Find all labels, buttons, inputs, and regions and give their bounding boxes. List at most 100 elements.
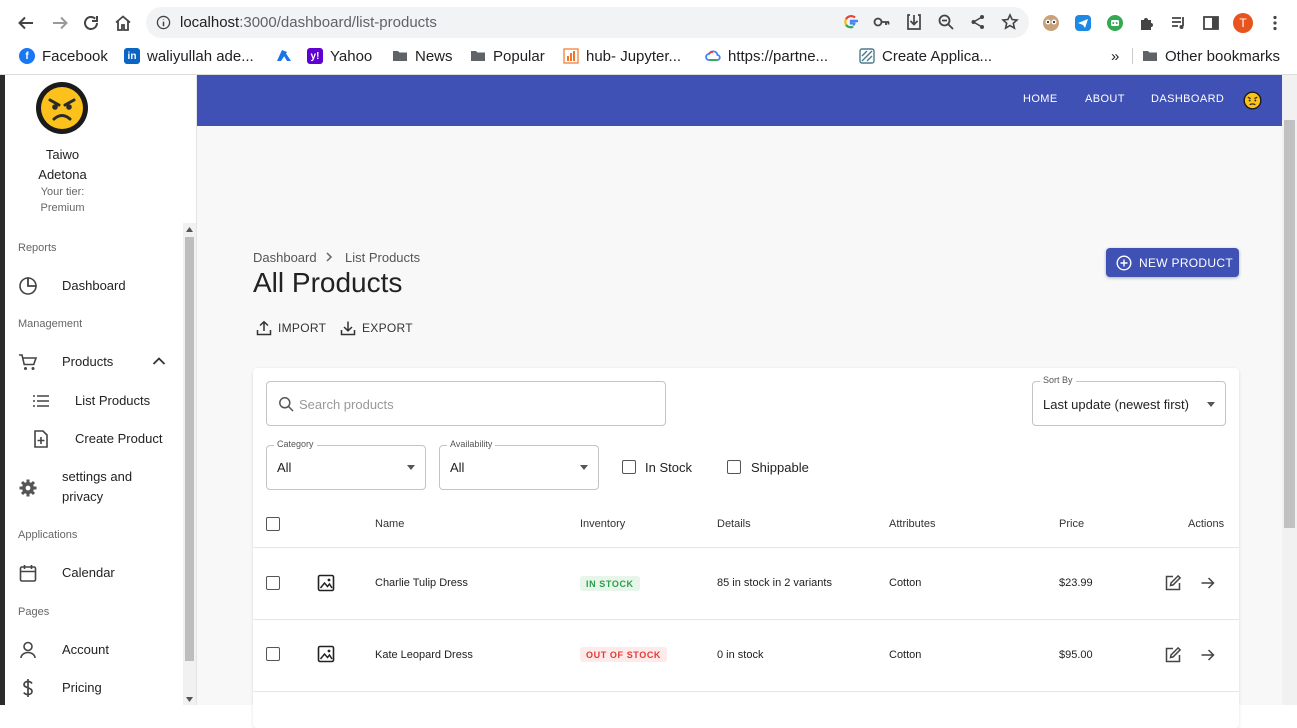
availability-select[interactable]: Availability All <box>439 439 599 490</box>
search-field[interactable] <box>266 381 666 426</box>
bookmark-jupyter[interactable]: hub- Jupyter... <box>563 45 681 67</box>
sidebar-item-dashboard[interactable]: Dashboard <box>5 268 183 304</box>
reload-button[interactable] <box>79 11 103 35</box>
sort-select[interactable]: Sort By Last update (newest first) <box>1032 375 1226 426</box>
bookmark-yahoo[interactable]: y! Yahoo <box>307 45 372 67</box>
scroll-up-arrow-icon[interactable] <box>186 227 193 232</box>
google-icon[interactable] <box>840 11 862 33</box>
yahoo-icon: y! <box>307 48 323 64</box>
nav-about[interactable]: ABOUT <box>1085 93 1125 105</box>
col-header-name[interactable]: Name <box>375 518 404 530</box>
nav-dashboard[interactable]: DASHBOARD <box>1151 93 1224 105</box>
caret-down-icon <box>580 465 588 470</box>
install-icon[interactable] <box>903 11 925 33</box>
search-input[interactable] <box>299 394 649 414</box>
breadcrumb-current: List Products <box>345 250 421 265</box>
back-button[interactable] <box>14 11 38 35</box>
arrow-right-icon[interactable] <box>1200 647 1216 663</box>
url-text[interactable]: localhost:3000/dashboard/list-products <box>180 14 437 31</box>
forward-button[interactable] <box>48 11 72 35</box>
profile-avatar[interactable]: T <box>1232 12 1254 34</box>
extension-robot-icon[interactable] <box>1104 12 1126 34</box>
sidebar-scroll-thumb[interactable] <box>185 237 194 661</box>
category-select[interactable]: Category All <box>266 439 426 490</box>
user-avatar[interactable] <box>36 82 88 134</box>
sidebar-item-account[interactable]: Account <box>5 632 183 668</box>
bookmarks-overflow[interactable]: » <box>1111 45 1119 67</box>
bookmark-create-application[interactable]: Create Applica... <box>859 45 992 67</box>
sidebar-item-list-products[interactable]: List Products <box>5 383 183 419</box>
sidebar-item-products[interactable]: Products <box>5 344 183 380</box>
bookmark-partner[interactable]: https://partne... <box>705 45 828 67</box>
sidebar-scrollbar[interactable] <box>183 223 196 705</box>
bookmark-facebook[interactable]: f Facebook <box>19 45 108 67</box>
star-icon[interactable] <box>999 11 1021 33</box>
sidebar-item-create-product[interactable]: Create Product <box>5 421 183 457</box>
chevron-up-icon[interactable] <box>152 356 166 366</box>
side-panel-icon[interactable] <box>1200 12 1222 34</box>
share-icon[interactable] <box>967 11 989 33</box>
arrow-right-icon[interactable] <box>1200 575 1216 591</box>
user-first-name: Taiwo <box>45 147 80 162</box>
address-bar[interactable]: localhost:3000/dashboard/list-products <box>146 7 1029 38</box>
home-button[interactable] <box>111 11 135 35</box>
select-all-checkbox[interactable] <box>266 517 280 531</box>
availability-value: All <box>450 460 465 475</box>
folder-icon <box>471 51 485 61</box>
sidebar-item-settings[interactable]: settings and privacy <box>5 466 183 510</box>
menu-kebab-icon[interactable] <box>1264 12 1286 34</box>
sidebar-item-label: Calendar <box>62 565 115 580</box>
status-badge: OUT OF STOCK <box>580 647 668 662</box>
zoom-icon[interactable] <box>935 11 957 33</box>
sidebar-item-pricing[interactable]: Pricing <box>5 670 183 706</box>
col-header-price[interactable]: Price <box>1059 518 1084 530</box>
sidebar-item-calendar[interactable]: Calendar <box>5 555 183 591</box>
shippable-checkbox[interactable] <box>727 460 741 474</box>
bookmark-popular[interactable]: Popular <box>470 45 545 67</box>
bookmark-other[interactable]: Other bookmarks <box>1142 45 1280 67</box>
sidebar-item-label: Account <box>62 642 109 657</box>
facebook-icon: f <box>19 48 35 64</box>
bookmark-news[interactable]: News <box>392 45 453 67</box>
new-product-button[interactable]: NEW PRODUCT <box>1106 248 1239 277</box>
row-checkbox[interactable] <box>266 647 280 661</box>
export-button[interactable]: EXPORT <box>340 318 413 338</box>
product-price: $95.00 <box>1059 649 1093 661</box>
import-button[interactable]: IMPORT <box>256 318 326 338</box>
user-last-name: Adetona <box>38 167 87 182</box>
col-header-attributes[interactable]: Attributes <box>889 518 935 530</box>
col-header-details[interactable]: Details <box>717 518 751 530</box>
bookmark-label: Popular <box>493 47 545 65</box>
angry-face-icon <box>41 87 83 129</box>
key-icon[interactable] <box>871 11 893 33</box>
divider <box>253 619 1239 620</box>
media-queue-icon[interactable] <box>1168 12 1190 34</box>
sidebar-item-label: settings and <box>62 469 133 484</box>
profile-initial: T <box>1233 13 1253 33</box>
bookmark-azure[interactable] <box>276 45 292 67</box>
sort-label: Sort By <box>1040 375 1076 385</box>
azure-icon <box>277 50 291 61</box>
sidebar-item-label: List Products <box>75 393 151 408</box>
nav-home[interactable]: HOME <box>1023 93 1058 105</box>
bookmark-linkedin[interactable]: in waliyullah ade... <box>124 45 254 67</box>
scroll-down-arrow-icon[interactable] <box>186 697 193 702</box>
extensions-puzzle-icon[interactable] <box>1136 12 1158 34</box>
user-emoji-icon[interactable] <box>1243 91 1262 110</box>
info-icon[interactable] <box>156 15 171 30</box>
section-pages: Pages <box>18 606 50 618</box>
extension-owl-icon[interactable] <box>1040 12 1062 34</box>
upload-icon <box>256 320 272 336</box>
main-content: Dashboard List Products All Products IMP… <box>197 126 1282 728</box>
edit-icon[interactable] <box>1164 574 1182 592</box>
breadcrumb-dashboard[interactable]: Dashboard <box>253 250 317 265</box>
row-checkbox[interactable] <box>266 576 280 590</box>
add-file-icon <box>34 430 48 448</box>
col-header-inventory[interactable]: Inventory <box>580 518 625 530</box>
page-scrollbar[interactable] <box>1282 75 1297 705</box>
page-scroll-thumb[interactable] <box>1284 120 1295 528</box>
in-stock-checkbox[interactable] <box>622 460 636 474</box>
edit-icon[interactable] <box>1164 646 1182 664</box>
extension-send-icon[interactable] <box>1072 12 1094 34</box>
list-icon <box>33 395 49 407</box>
